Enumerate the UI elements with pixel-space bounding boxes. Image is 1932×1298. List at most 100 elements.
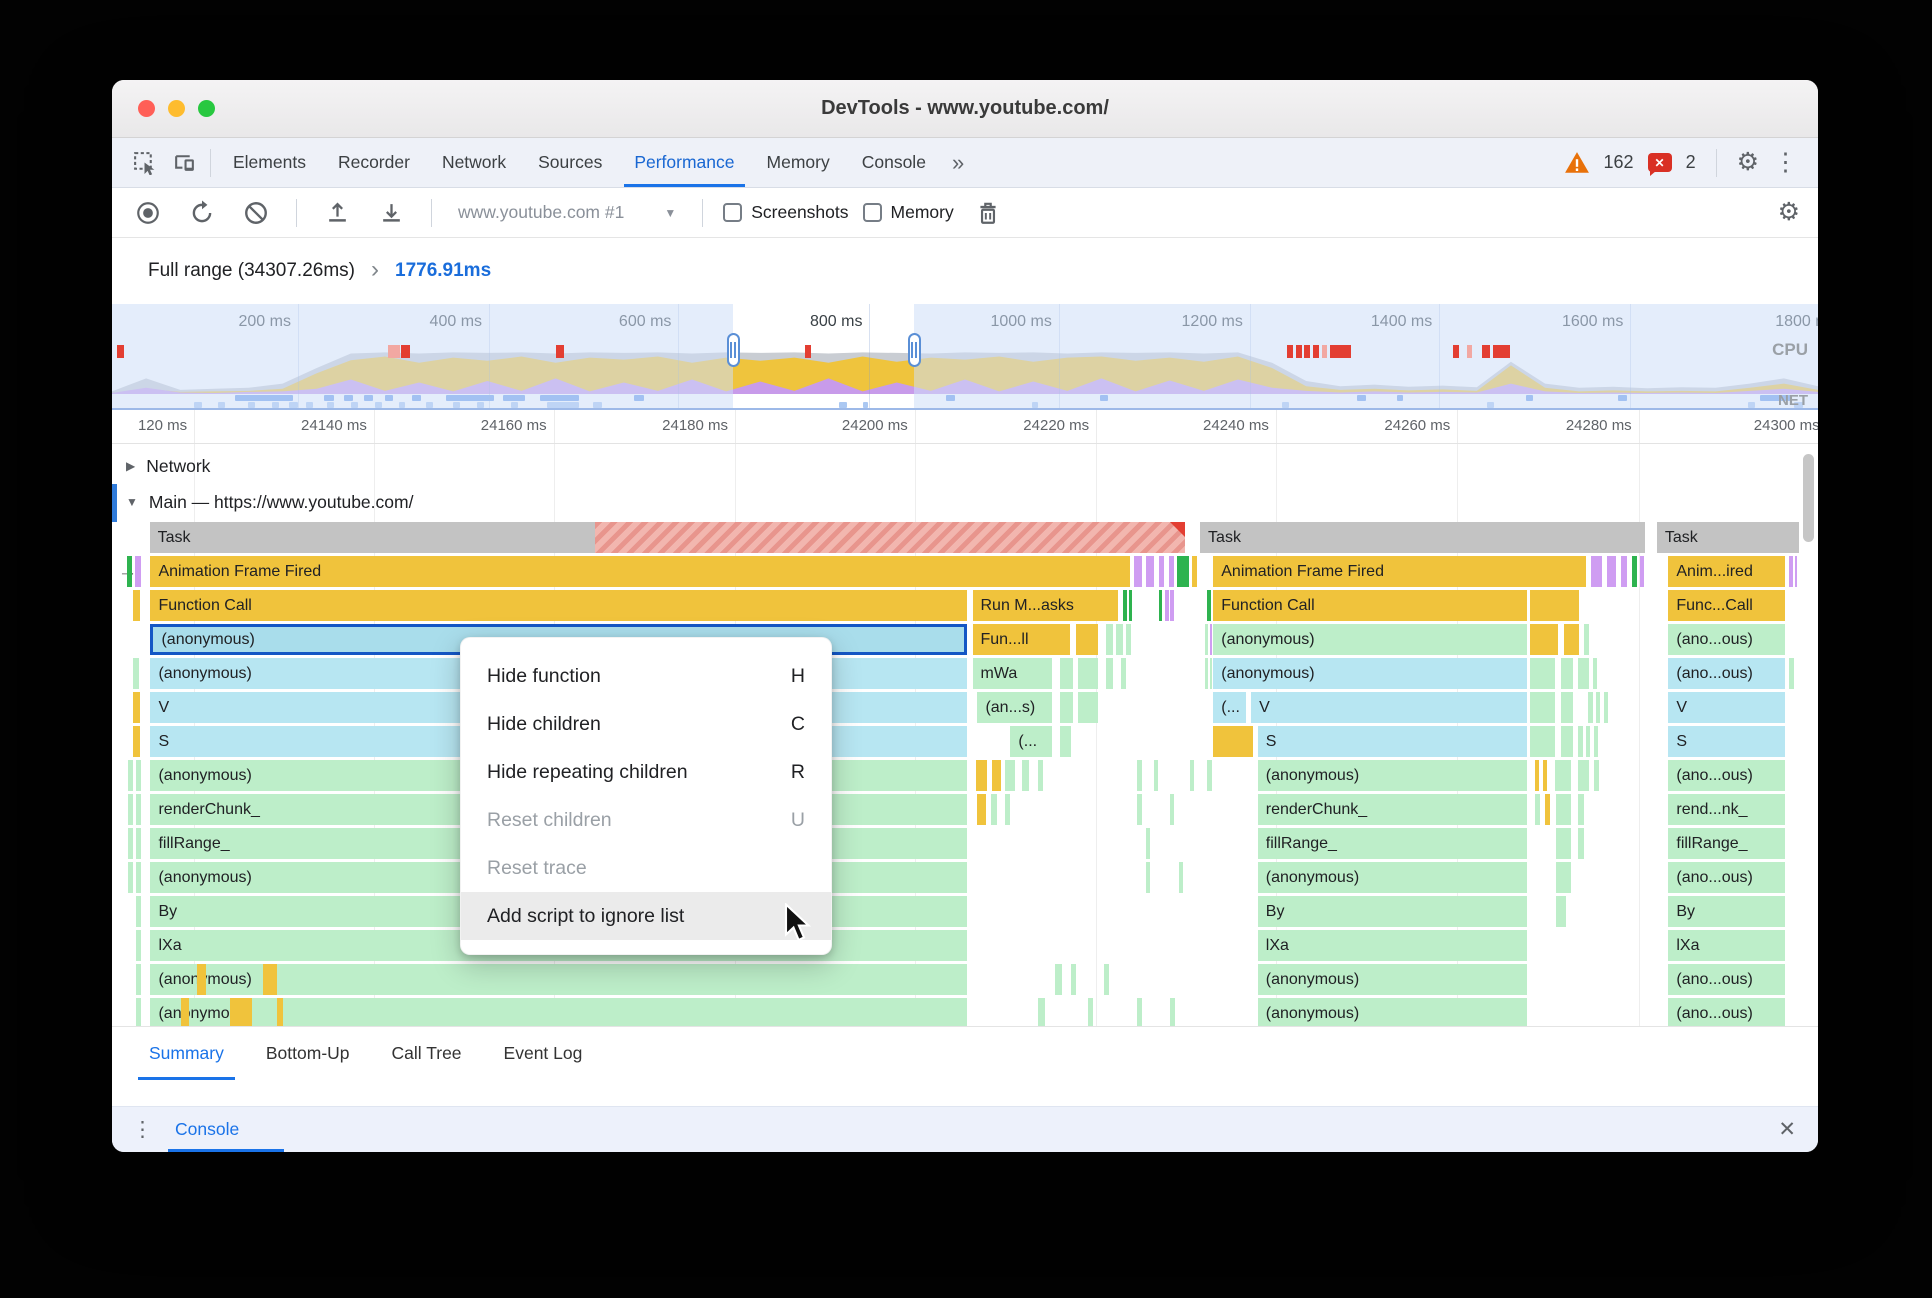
tab-recorder[interactable]: Recorder <box>322 138 426 187</box>
flame-segment-lxa[interactable]: lXa <box>1668 930 1786 961</box>
flame-segment[interactable] <box>1561 726 1573 757</box>
selection-handle-left[interactable] <box>726 333 740 367</box>
drawer-more-icon[interactable]: ⋮ <box>132 1117 153 1142</box>
flame-chart[interactable]: ▶ Network ▼ Main — https://www.youtube.c… <box>112 444 1818 1026</box>
flame-segment[interactable] <box>1534 794 1540 825</box>
tab-memory[interactable]: Memory <box>751 138 846 187</box>
flame-segment-function-call[interactable]: Function Call <box>1213 590 1527 621</box>
settings-gear-icon[interactable]: ⚙ <box>1737 150 1759 175</box>
flame-segment-bar[interactable]: (... <box>1213 692 1247 723</box>
flame-segment[interactable] <box>1209 624 1213 655</box>
flame-segment-s[interactable]: S <box>1668 726 1786 757</box>
flame-segment[interactable] <box>1788 556 1793 587</box>
save-profile-icon[interactable] <box>371 193 411 233</box>
flame-segment-run-m-asks[interactable]: Run M...asks <box>972 590 1118 621</box>
menu-item-hide-function[interactable]: Hide function H <box>461 652 831 700</box>
flame-segment-by[interactable]: By <box>1668 896 1786 927</box>
flame-segment[interactable] <box>1585 726 1591 757</box>
flame-segment[interactable] <box>1206 590 1211 621</box>
flame-segment[interactable] <box>1059 658 1074 689</box>
flame-segment[interactable] <box>136 964 142 995</box>
flame-segment[interactable] <box>1604 692 1609 723</box>
flame-segment[interactable] <box>1078 692 1098 723</box>
flame-segment[interactable] <box>133 726 140 757</box>
flame-segment[interactable] <box>1137 760 1142 791</box>
panel-tab-call-tree[interactable]: Call Tree <box>371 1027 483 1080</box>
triangle-down-icon[interactable]: ▼ <box>126 495 138 509</box>
flame-segment[interactable] <box>1590 556 1603 587</box>
warnings-icon[interactable] <box>1564 151 1590 175</box>
flame-segment[interactable] <box>1145 828 1150 859</box>
flame-segment-bar[interactable]: (... <box>1010 726 1052 757</box>
flame-segment[interactable] <box>992 760 1001 791</box>
flame-segment[interactable] <box>1577 658 1590 689</box>
flame-segment[interactable] <box>1209 658 1213 689</box>
flame-segment-func-call[interactable]: Func...Call <box>1668 590 1786 621</box>
flame-segment[interactable] <box>1556 794 1572 825</box>
flame-segment[interactable] <box>1594 760 1600 791</box>
flame-segment[interactable] <box>1794 556 1797 587</box>
flame-segment[interactable] <box>1561 692 1573 723</box>
flame-segment[interactable] <box>1556 862 1572 893</box>
triangle-right-icon[interactable]: ▶ <box>126 459 135 473</box>
flame-segment[interactable] <box>1170 590 1174 621</box>
flame-segment[interactable] <box>1158 590 1163 621</box>
flame-segment[interactable] <box>1005 794 1011 825</box>
flame-segment-ano-ous[interactable]: (ano...ous) <box>1668 624 1786 655</box>
flame-segment[interactable] <box>1640 556 1644 587</box>
tab-console[interactable]: Console <box>846 138 942 187</box>
flame-segment-rend-nk[interactable]: rend...nk_ <box>1668 794 1786 825</box>
flame-segment[interactable] <box>1059 692 1074 723</box>
flame-segment[interactable] <box>263 964 277 995</box>
capture-settings-gear-icon[interactable]: ⚙ <box>1778 200 1800 225</box>
flame-segment-anonymous[interactable]: (anonymous) <box>1257 964 1527 995</box>
flame-segment[interactable] <box>1038 760 1044 791</box>
flame-segment[interactable] <box>136 760 142 791</box>
close-window-button[interactable] <box>138 100 155 117</box>
flame-segment-ano-ous[interactable]: (ano...ous) <box>1668 862 1786 893</box>
flame-segment-anonymous[interactable]: (anonymous) <box>1257 862 1527 893</box>
flame-segment[interactable] <box>1564 624 1580 655</box>
flame-segment-ano-ous[interactable]: (ano...ous) <box>1668 760 1786 791</box>
warnings-count[interactable]: 162 <box>1604 152 1634 173</box>
collect-garbage-icon[interactable] <box>968 193 1008 233</box>
minimize-window-button[interactable] <box>168 100 185 117</box>
flame-segment[interactable] <box>977 794 986 825</box>
flame-segment[interactable] <box>1206 760 1212 791</box>
tab-performance[interactable]: Performance <box>618 138 750 187</box>
flame-segment[interactable] <box>594 522 1186 553</box>
flame-segment[interactable] <box>975 760 988 791</box>
flame-segment[interactable] <box>1544 794 1551 825</box>
load-profile-icon[interactable] <box>317 193 357 233</box>
flame-segment[interactable] <box>1153 760 1158 791</box>
flame-segment[interactable] <box>230 998 252 1026</box>
flame-segment[interactable] <box>990 794 998 825</box>
flame-segment-anonymous[interactable]: (anonymous) <box>1257 760 1527 791</box>
flame-segment[interactable] <box>1122 590 1127 621</box>
flame-segment-by[interactable]: By <box>1257 896 1527 927</box>
flame-segment[interactable] <box>1607 556 1616 587</box>
flame-segment-fillrange[interactable]: fillRange_ <box>1257 828 1527 859</box>
flame-segment[interactable] <box>1071 964 1077 995</box>
flame-segment[interactable] <box>1038 998 1046 1026</box>
flame-segment[interactable] <box>128 828 134 859</box>
flame-segment[interactable] <box>1145 556 1154 587</box>
flame-segment[interactable] <box>1087 998 1093 1026</box>
checkbox-box[interactable] <box>862 203 882 222</box>
flame-segment[interactable] <box>1106 624 1113 655</box>
flame-segment[interactable] <box>1170 794 1175 825</box>
menu-item-hide-children[interactable]: Hide children C <box>461 700 831 748</box>
flame-segment-task[interactable]: Task <box>1656 522 1799 553</box>
flame-segment-fun-ll[interactable]: Fun...ll <box>972 624 1070 655</box>
flame-segment[interactable] <box>1534 760 1539 791</box>
flame-segment[interactable] <box>1577 760 1590 791</box>
flame-segment[interactable] <box>1120 658 1126 689</box>
flame-segment-fillrange[interactable]: fillRange_ <box>1668 828 1786 859</box>
issues-icon[interactable]: ✕ <box>1647 153 1672 176</box>
flame-segment[interactable] <box>1543 760 1548 791</box>
profile-select[interactable]: www.youtube.com #1 ▼ <box>452 202 682 223</box>
more-tabs-button[interactable]: » <box>942 150 974 176</box>
zoom-window-button[interactable] <box>198 100 215 117</box>
flame-segment[interactable] <box>1106 658 1113 689</box>
flame-segment-animation-frame-fired[interactable]: Animation Frame Fired <box>150 556 1130 587</box>
